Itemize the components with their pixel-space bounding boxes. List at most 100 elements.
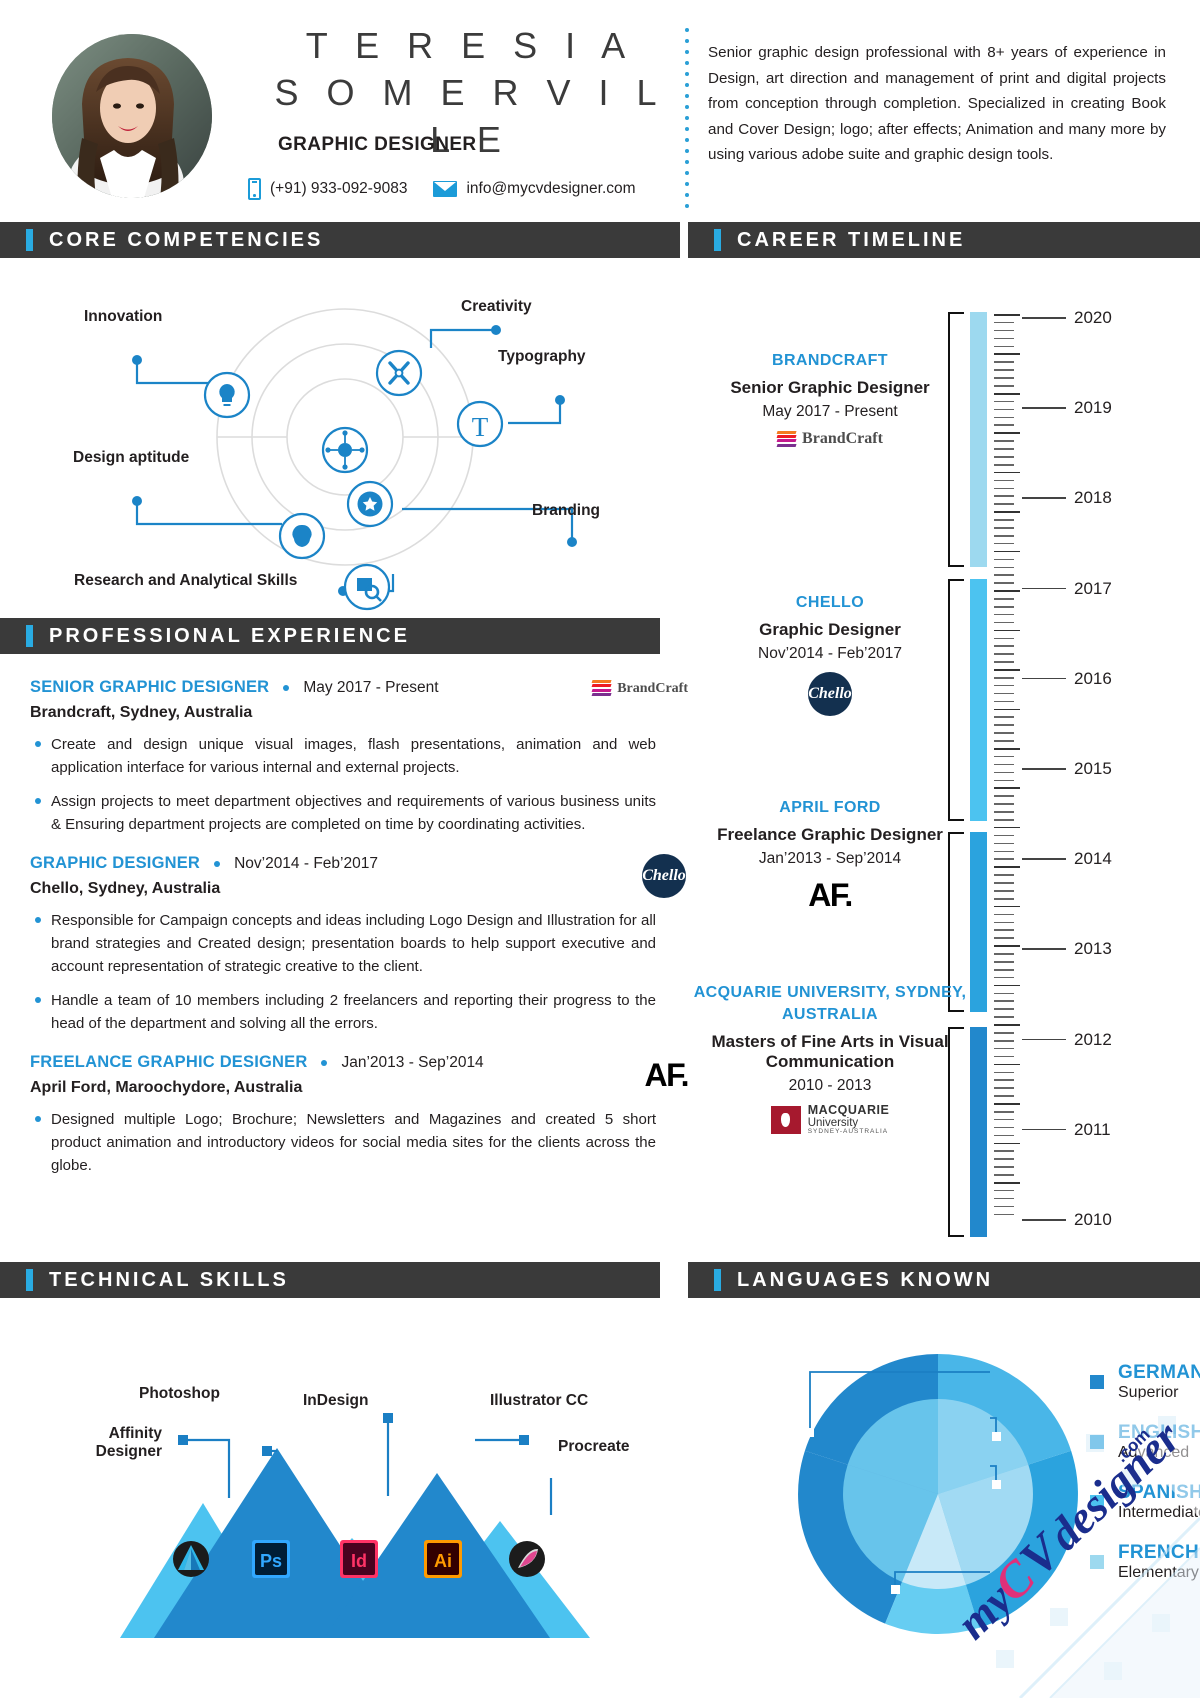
accent-tick (26, 625, 33, 647)
ruler-tick (994, 645, 1014, 647)
macquarie-shield-icon (770, 1106, 801, 1134)
marker (178, 1435, 188, 1445)
ruler-tick (994, 1166, 1014, 1168)
year-leader-line (1022, 858, 1066, 860)
languages-chart: GERMAN Superior ENGLISH Advanced SPANISH… (680, 1300, 1200, 1698)
ruler-tick (994, 1095, 1014, 1097)
ruler-tick (994, 629, 1020, 632)
language-name: SPANISH (1118, 1482, 1200, 1503)
resume-header: T E R E S I A S O M E R V I L L E GRAPHI… (0, 0, 1200, 222)
bullet: Handle a team of 10 members including 2 … (30, 989, 656, 1035)
timeline-org: ACQUARIE UNIVERSITY, SYDNEY, AUSTRALIA (693, 984, 967, 1023)
april-ford-wordmark: AF. (808, 877, 853, 913)
brandcraft-bars-icon (591, 680, 612, 697)
ruler-tick (994, 424, 1014, 427)
name-line-1: T E R E S I A (305, 25, 635, 66)
timeline-org: BRANDCRAFT (772, 352, 888, 369)
chello-logo: Chello (690, 672, 970, 716)
ruler-tick (994, 1174, 1014, 1176)
marker (383, 1413, 393, 1423)
ruler-tick (994, 653, 1014, 655)
email-contact[interactable]: info@mycvdesigner.com (433, 180, 636, 198)
ruler-tick (994, 724, 1014, 726)
chello-wordmark: Chello (808, 685, 852, 702)
ruler-tick (994, 471, 1020, 474)
ruler-tick (994, 732, 1014, 734)
section-title: CORE COMPETENCIES (49, 228, 324, 251)
skill-label-indesign: InDesign (303, 1392, 369, 1409)
ruler-tick (994, 866, 1020, 868)
skill-label-affinity-designer: Affinity Designer (95, 1425, 162, 1460)
phone-contact[interactable]: (+91) 933-092-9083 (248, 178, 407, 200)
competency-label-creativity: Creativity (461, 298, 532, 315)
timeline-year: 2011 (1074, 1119, 1111, 1139)
ruler-tick (994, 708, 1020, 711)
section-title: LANGUAGES KNOWN (737, 1268, 994, 1291)
ruler-tick (994, 1039, 1014, 1042)
ruler-tick (994, 1032, 1014, 1034)
timeline-bar-macquarie (970, 1027, 987, 1237)
timeline-year: 2018 (1074, 488, 1112, 508)
ruler-tick (994, 669, 1020, 671)
ruler-tick (994, 534, 1014, 537)
phone-icon (248, 178, 261, 200)
ruler-tick (994, 503, 1014, 505)
timeline-entry-brandcraft: BRANDCRAFT Senior Graphic Designer May 2… (690, 350, 970, 448)
timeline-role: Freelance Graphic Designer (717, 825, 943, 844)
timeline-dates: May 2017 - Present (762, 403, 898, 420)
ruler-tick (994, 984, 1020, 987)
envelope-icon (433, 181, 458, 197)
ruler-tick (994, 874, 1014, 876)
svg-text:Ps: Ps (260, 1551, 282, 1571)
ruler-tick (994, 716, 1014, 719)
separator-dot (214, 860, 221, 867)
ruler-tick (994, 400, 1014, 403)
experience-heading: GRAPHIC DESIGNER Nov’2014 - Feb’2017 (30, 854, 656, 873)
experience-org: Chello, Sydney, Australia (30, 880, 221, 897)
ruler-tick (994, 495, 1014, 498)
timeline-entry-macquarie: ACQUARIE UNIVERSITY, SYDNEY, AUSTRALIA M… (690, 982, 970, 1136)
ruler-tick (994, 487, 1014, 490)
ruler-tick (994, 598, 1014, 600)
year-leader-line (1022, 1219, 1066, 1221)
page-title: GRAPHIC DESIGNER (278, 134, 477, 155)
experience-item: SENIOR GRAPHIC DESIGNER May 2017 - Prese… (0, 678, 688, 836)
technical-skills-chart: Photoshop InDesign Illustrator CC Affini… (0, 1300, 680, 1698)
ruler-tick (994, 621, 1014, 624)
april-ford-logo: AF. (690, 877, 970, 914)
ruler-tick (994, 321, 1014, 324)
legend-item-french: FRENCH Elementary (1090, 1542, 1199, 1582)
ruler-tick (994, 700, 1014, 703)
ruler-tick (994, 1016, 1014, 1018)
competency-label-innovation: Innovation (84, 308, 163, 325)
competency-label-research: Research and Analytical Skills (74, 572, 298, 589)
ruler-tick (994, 377, 1014, 379)
ruler-tick (994, 1079, 1014, 1081)
competency-label-branding: Branding (532, 502, 601, 519)
ruler-tick (994, 692, 1014, 695)
brandcraft-wordmark: BrandCraft (617, 680, 688, 696)
experience-bullets: Responsible for Campaign concepts and id… (30, 909, 656, 1035)
ruler-tick (994, 463, 1014, 466)
ruler-tick (994, 976, 1014, 979)
language-level: Intermediate (1118, 1504, 1200, 1521)
ruler-tick (994, 905, 1020, 908)
ruler-tick (994, 684, 1014, 687)
skill-label-illustrator: Illustrator CC (490, 1392, 589, 1409)
ruler-tick (994, 913, 1014, 916)
timeline-entry-chello: CHELLO Graphic Designer Nov’2014 - Feb’2… (690, 592, 970, 716)
photoshop-icon: Ps (252, 1540, 290, 1578)
timeline-year: 2020 (1074, 308, 1112, 327)
competency-label-design-aptitude: Design aptitude (73, 449, 190, 466)
ruler-tick (994, 566, 1014, 569)
section-header-professional-experience: PROFESSIONAL EXPERIENCE (0, 618, 660, 654)
contact-row: (+91) 933-092-9083 info@mycvdesigner.com (248, 178, 636, 200)
ruler-tick (994, 1126, 1014, 1129)
ruler-tick (994, 416, 1014, 419)
language-level: Advanced (1118, 1444, 1190, 1461)
ruler-tick (994, 968, 1014, 971)
timeline-year: 2012 (1074, 1029, 1112, 1049)
legend-item-spanish: SPANISH Intermediate (1090, 1482, 1200, 1522)
legend-swatch-spanish (1090, 1495, 1104, 1509)
timeline-year: 2010 (1074, 1210, 1112, 1229)
